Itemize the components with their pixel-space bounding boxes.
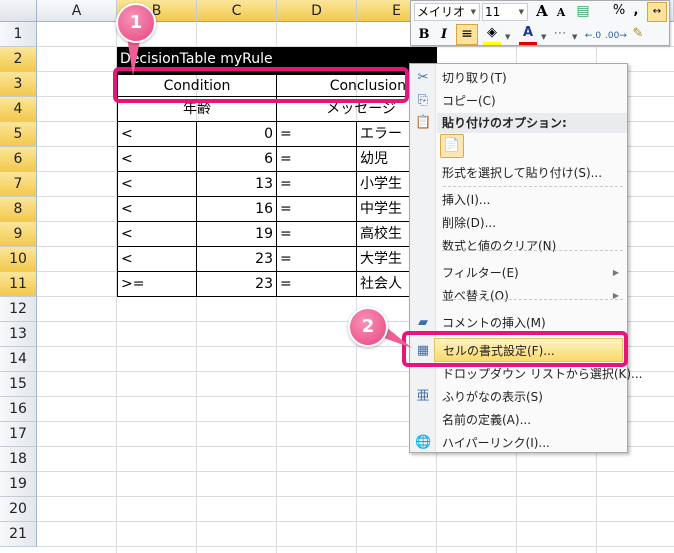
callout-pointers bbox=[126, 30, 412, 348]
callout-badge-1: 1 bbox=[116, 3, 156, 43]
callout-badge-2: 2 bbox=[348, 307, 388, 347]
